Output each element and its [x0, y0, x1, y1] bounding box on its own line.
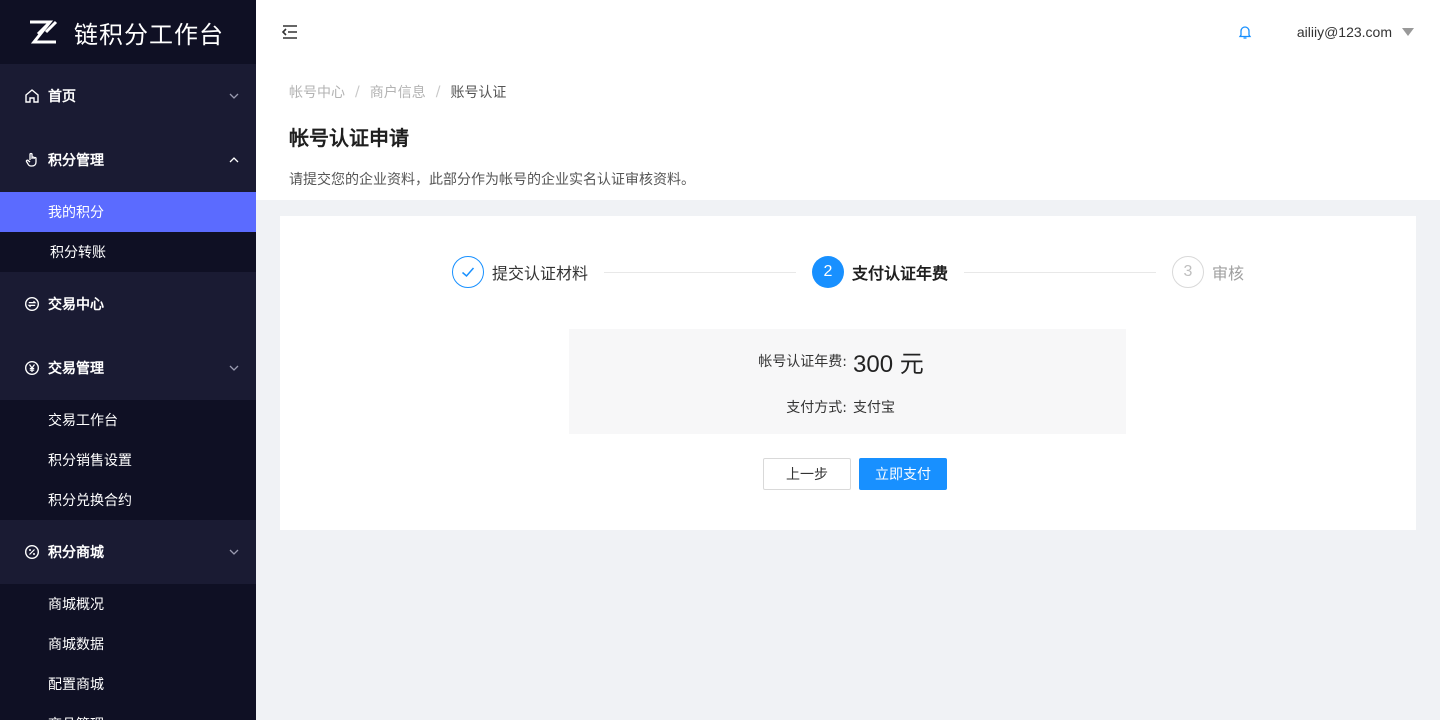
- header-right: ailiiy@123.com: [1237, 24, 1440, 40]
- chevron-down-icon: [229, 93, 239, 99]
- step-title: 提交认证材料: [492, 264, 589, 283]
- check-icon: [452, 256, 484, 288]
- breadcrumb-account-center[interactable]: 帐号中心: [289, 82, 345, 102]
- step-number: 3: [1172, 256, 1204, 288]
- certification-card: 提交认证材料 2 支付认证年费 3 审核 帐号认证年费: 300 元 支付方式:…: [280, 216, 1416, 530]
- yen-circle-icon: [24, 360, 40, 376]
- sidebar-item-product-management[interactable]: 商品管理: [0, 704, 256, 720]
- step-title: 审核: [1212, 264, 1245, 283]
- fee-row: 帐号认证年费: 300 元: [569, 343, 1126, 379]
- fee-value: 300 元: [853, 350, 924, 378]
- exchange-circle-icon: [24, 296, 40, 312]
- chevron-down-icon: [229, 365, 239, 371]
- top-header: ailiiy@123.com: [256, 0, 1440, 64]
- menu-group-trade-management[interactable]: 交易管理: [0, 336, 256, 400]
- fee-label: 帐号认证年费:: [758, 354, 847, 370]
- percent-circle-icon: [24, 544, 40, 560]
- pay-now-button[interactable]: 立即支付: [859, 458, 947, 490]
- home-icon: [24, 88, 40, 104]
- breadcrumb-separator: /: [355, 84, 360, 100]
- submenu-trade-management: 交易工作台 积分销售设置 积分兑换合约: [0, 400, 256, 520]
- step-number: 2: [812, 256, 844, 288]
- chevron-up-icon: [229, 157, 239, 163]
- menu-group-label: 首页: [48, 89, 76, 105]
- step-pay-fee: 2 支付认证年费: [812, 256, 948, 288]
- sidebar-item-trade-workbench[interactable]: 交易工作台: [0, 400, 256, 440]
- menu-group-label: 交易中心: [48, 297, 104, 313]
- page-title: 帐号认证申请: [289, 126, 409, 150]
- user-email[interactable]: ailiiy@123.com: [1297, 24, 1392, 40]
- bell-icon[interactable]: [1237, 24, 1253, 40]
- sidebar: 链积分工作台 首页 积分管理 我的积分 积分转账 交易中心 交易管理 交易工作台…: [0, 0, 256, 720]
- logo-icon: [30, 20, 58, 44]
- menu-group-points-management[interactable]: 积分管理: [0, 128, 256, 192]
- menu-group-label: 交易管理: [48, 361, 104, 377]
- step-submit-materials: 提交认证材料: [452, 256, 588, 288]
- page-header: 帐号中心 / 商户信息 / 账号认证 帐号认证申请 请提交您的企业资料，此部分作…: [256, 64, 1440, 200]
- menu-group-label: 积分商城: [48, 545, 104, 561]
- sidebar-item-my-points[interactable]: 我的积分: [0, 192, 256, 232]
- sidebar-item-mall-overview[interactable]: 商城概况: [0, 584, 256, 624]
- payment-method-label: 支付方式:: [786, 400, 847, 416]
- menu-group-trade-center[interactable]: 交易中心: [0, 272, 256, 336]
- step-connector: [964, 272, 1156, 273]
- breadcrumb-merchant-info[interactable]: 商户信息: [370, 82, 426, 102]
- sidebar-item-points-sales-settings[interactable]: 积分销售设置: [0, 440, 256, 480]
- caret-down-icon[interactable]: [1402, 28, 1414, 36]
- menu-fold-icon[interactable]: [280, 22, 300, 42]
- step-review: 3 审核: [1172, 256, 1244, 288]
- menu-group-home[interactable]: 首页: [0, 64, 256, 128]
- page-description: 请提交您的企业资料，此部分作为帐号的企业实名认证审核资料。: [289, 172, 695, 188]
- step-connector: [604, 272, 796, 273]
- sidebar-item-points-transfer[interactable]: 积分转账: [0, 232, 256, 272]
- payment-info-panel: 帐号认证年费: 300 元 支付方式: 支付宝: [569, 329, 1126, 434]
- hand-pointer-icon: [24, 152, 40, 168]
- method-row: 支付方式: 支付宝: [569, 395, 1126, 419]
- submenu-points-mall: 商城概况 商城数据 配置商城 商品管理: [0, 584, 256, 720]
- sidebar-item-mall-data[interactable]: 商城数据: [0, 624, 256, 664]
- menu-group-points-mall[interactable]: 积分商城: [0, 520, 256, 584]
- sidebar-item-configure-mall[interactable]: 配置商城: [0, 664, 256, 704]
- menu-group-label: 积分管理: [48, 153, 104, 169]
- previous-step-button[interactable]: 上一步: [763, 458, 851, 490]
- breadcrumb-current: 账号认证: [450, 85, 507, 101]
- sidebar-item-points-exchange-contract[interactable]: 积分兑换合约: [0, 480, 256, 520]
- app-logo[interactable]: 链积分工作台: [0, 0, 256, 64]
- payment-method-value: 支付宝: [853, 400, 895, 416]
- submenu-points-management: 我的积分 积分转账: [0, 192, 256, 272]
- step-title: 支付认证年费: [852, 264, 949, 283]
- steps: 提交认证材料 2 支付认证年费 3 审核: [452, 256, 1252, 288]
- chevron-down-icon: [229, 549, 239, 555]
- breadcrumb-separator: /: [435, 84, 441, 100]
- app-title: 链积分工作台: [74, 20, 224, 49]
- breadcrumb: 帐号中心 / 商户信息 / 账号认证: [289, 82, 1440, 102]
